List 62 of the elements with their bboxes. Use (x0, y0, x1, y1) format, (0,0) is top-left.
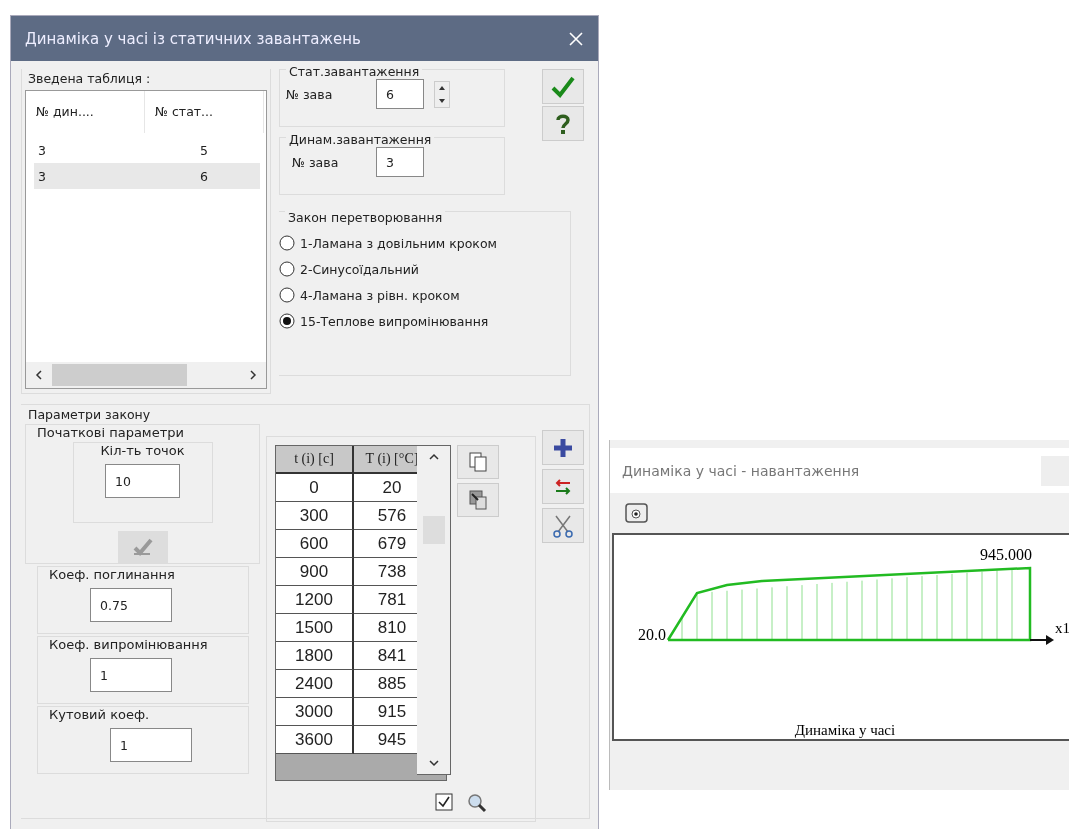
paste-button[interactable] (457, 483, 499, 517)
plus-icon (552, 436, 574, 459)
camera-icon[interactable] (624, 501, 650, 525)
table-cell[interactable]: 1200 (276, 586, 354, 614)
radio-option[interactable]: 15-Теплове випромінювання (279, 313, 566, 329)
number-field[interactable]: 1 (90, 658, 172, 692)
number-field[interactable]: 1 (110, 728, 192, 762)
checkmark-icon (550, 74, 576, 99)
ok-button[interactable] (542, 69, 584, 104)
zoom-icon[interactable] (467, 793, 487, 813)
window-title: Динаміка у часі із статичних завантажень (25, 29, 361, 48)
number-field[interactable]: 10 (105, 464, 180, 498)
window-title: Динаміка у часі - навантаження (622, 462, 860, 479)
table-cell[interactable]: 600 (276, 530, 354, 558)
checkmark-icon (131, 537, 154, 558)
scissors-icon (552, 513, 574, 538)
help-button[interactable] (542, 106, 584, 141)
copy-button[interactable] (457, 445, 499, 479)
horizontal-scrollbar[interactable] (26, 362, 266, 388)
number-field[interactable]: 0.75 (90, 588, 172, 622)
radio-icon[interactable] (279, 261, 295, 277)
graph-caption: Динаміка у часі (794, 722, 896, 738)
table-cell[interactable]: 2400 (276, 670, 354, 698)
list-row[interactable]: 3 6 (34, 163, 260, 189)
add-button[interactable] (542, 430, 584, 465)
radio-icon[interactable] (279, 313, 295, 329)
table-cell[interactable]: 3600 (276, 726, 354, 754)
number-field[interactable]: 3 (376, 147, 424, 177)
table-cell[interactable]: 1800 (276, 642, 354, 670)
column-header[interactable]: № стат... (145, 91, 264, 133)
vertical-scrollbar[interactable] (417, 445, 451, 775)
number-field[interactable]: 6 (376, 79, 424, 109)
axis-arrow (1029, 635, 1054, 645)
scroll-thumb[interactable] (52, 364, 187, 386)
table-cell[interactable]: 0 (276, 474, 354, 502)
radio-icon[interactable] (279, 287, 295, 303)
column-header[interactable]: № дин.... (26, 91, 145, 133)
group-label: Закон перетворювання (285, 210, 446, 225)
field-label: № зава (286, 86, 334, 102)
column-header: t (i) [c] (276, 446, 354, 474)
value-label: 945.000 (980, 546, 1032, 563)
group-label: Стат.завантаження (286, 64, 423, 79)
radio-icon[interactable] (279, 235, 295, 251)
table-cell[interactable]: 300 (276, 502, 354, 530)
table-cell[interactable]: 3000 (276, 698, 354, 726)
list-row[interactable]: 3 5 (34, 137, 260, 163)
table-cell[interactable]: 900 (276, 558, 354, 586)
checkbox[interactable] (435, 793, 453, 811)
close-icon[interactable] (568, 30, 584, 47)
paste-icon (468, 489, 488, 511)
radio-option[interactable]: 1-Ламана з довільним кроком (279, 235, 566, 251)
spin-buttons[interactable] (434, 80, 450, 108)
table-cell[interactable]: 1500 (276, 614, 354, 642)
value-label: 20.0 (638, 626, 666, 643)
group-label: Динам.завантаження (286, 132, 435, 147)
radio-option[interactable]: 2-Синусоїдальний (279, 261, 566, 277)
swap-button[interactable] (542, 469, 584, 504)
field-label: № зава (291, 154, 340, 170)
axis-label: x1 (1055, 620, 1069, 636)
documents-icon (468, 451, 488, 473)
radio-option[interactable]: 4-Ламана з рівн. кроком (279, 287, 566, 303)
cut-button[interactable] (542, 508, 584, 543)
